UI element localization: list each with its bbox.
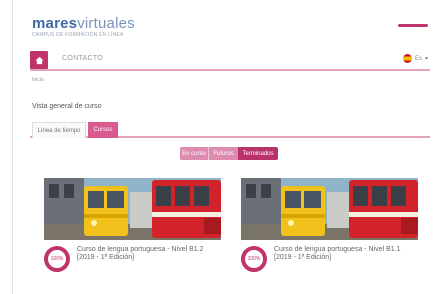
course-card[interactable]: 100% Curso de lengua portuguesa - Nivel … [241, 178, 418, 286]
course-title[interactable]: Curso de lengua portuguesa - Nivel B1.2 … [77, 246, 217, 262]
menu-toggle-icon[interactable] [398, 24, 428, 27]
language-label: Es [414, 55, 422, 62]
navbar: CONTACTO Es ▾ [30, 51, 430, 71]
course-image[interactable] [44, 178, 221, 240]
language-selector[interactable]: Es ▾ [402, 54, 428, 63]
nav-link-contact[interactable]: CONTACTO [62, 55, 103, 62]
progress-circle: 100% [44, 246, 70, 272]
tab-courses[interactable]: Cursos [88, 122, 118, 138]
home-button[interactable] [30, 51, 48, 69]
breadcrumb[interactable]: Inicio [32, 77, 44, 83]
progress-circle: 100% [241, 246, 267, 272]
course-title[interactable]: Curso de lengua portuguesa - Nivel B1.1 … [274, 246, 414, 262]
tab-timeline[interactable]: Línea de tiempo [32, 122, 86, 138]
course-image[interactable] [241, 178, 418, 240]
logo[interactable]: maresvirtuales CAMPUS DE FORMACIÓN EN LÍ… [32, 16, 135, 38]
spain-flag-icon [402, 54, 412, 63]
home-icon [34, 56, 44, 64]
filter-in-progress[interactable]: En curso [180, 147, 208, 160]
overview-tabs: Línea de tiempo Cursos [30, 121, 430, 138]
logo-wordmark: maresvirtuales [32, 15, 135, 32]
section-title: Vista general de curso [32, 103, 102, 110]
filter-future[interactable]: Futuros [208, 147, 238, 160]
filter-finished[interactable]: Terminados [238, 147, 278, 160]
course-filter-group: En curso Futuros Terminados [180, 147, 278, 160]
course-card[interactable]: 100% Curso de lengua portuguesa - Nivel … [44, 178, 221, 286]
logo-tagline: CAMPUS DE FORMACIÓN EN LÍNEA [32, 32, 124, 38]
chevron-down-icon: ▾ [424, 56, 428, 62]
